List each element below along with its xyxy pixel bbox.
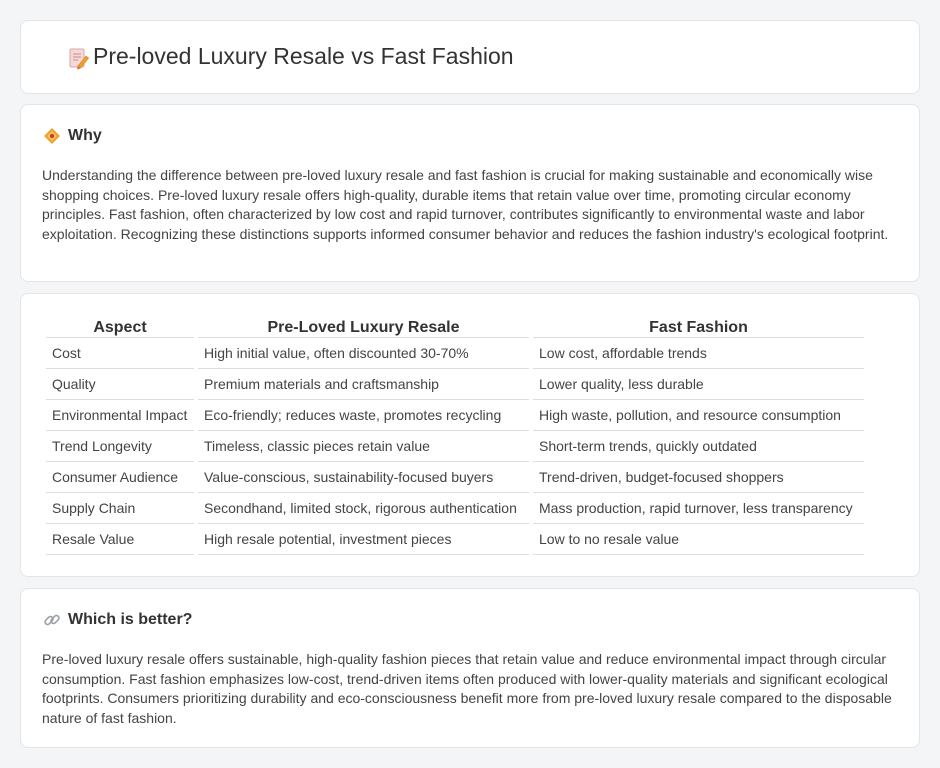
column-header: Aspect: [46, 314, 194, 338]
table-cell: Eco-friendly; reduces waste, promotes re…: [198, 400, 529, 431]
table-cell: Secondhand, limited stock, rigorous auth…: [198, 493, 529, 524]
why-section: Why Understanding the difference between…: [20, 104, 920, 282]
table-row: Supply Chain Secondhand, limited stock, …: [46, 493, 864, 524]
table-cell: Timeless, classic pieces retain value: [198, 431, 529, 462]
column-header: Fast Fashion: [533, 314, 864, 338]
comparison-section: Aspect Pre-Loved Luxury Resale Fast Fash…: [20, 293, 920, 577]
table-row: Cost High initial value, often discounte…: [46, 338, 864, 369]
table-cell: Trend Longevity: [46, 431, 194, 462]
title-card: Pre-loved Luxury Resale vs Fast Fashion: [20, 20, 920, 94]
which-is-better-section: Which is better? Pre-loved luxury resale…: [20, 588, 920, 748]
table-cell: Consumer Audience: [46, 462, 194, 493]
column-header: Pre-Loved Luxury Resale: [198, 314, 529, 338]
page-title: Pre-loved Luxury Resale vs Fast Fashion: [93, 43, 514, 69]
table-cell: Value-conscious, sustainability-focused …: [198, 462, 529, 493]
table-cell: Cost: [46, 338, 194, 369]
why-text: Understanding the difference between pre…: [42, 167, 889, 242]
table-row: Consumer Audience Value-conscious, susta…: [46, 462, 864, 493]
document-pencil-icon: [69, 48, 90, 70]
why-heading: Why: [68, 127, 102, 144]
better-heading: Which is better?: [68, 611, 193, 628]
comparison-table: Aspect Pre-Loved Luxury Resale Fast Fash…: [42, 314, 868, 555]
why-header: Why: [43, 127, 102, 145]
table-cell: Low cost, affordable trends: [533, 338, 864, 369]
table-cell: High resale potential, investment pieces: [198, 524, 529, 555]
better-text: Pre-loved luxury resale offers sustainab…: [42, 651, 892, 726]
table-row: Environmental Impact Eco-friendly; reduc…: [46, 400, 864, 431]
table-row: Quality Premium materials and craftsmans…: [46, 369, 864, 400]
table-row: Trend Longevity Timeless, classic pieces…: [46, 431, 864, 462]
table-cell: Premium materials and craftsmanship: [198, 369, 529, 400]
table-cell: Supply Chain: [46, 493, 194, 524]
better-header: Which is better?: [43, 611, 192, 629]
table-header-row: Aspect Pre-Loved Luxury Resale Fast Fash…: [46, 314, 864, 338]
table-cell: Trend-driven, budget-focused shoppers: [533, 462, 864, 493]
table-cell: Environmental Impact: [46, 400, 194, 431]
table-cell: Mass production, rapid turnover, less tr…: [533, 493, 864, 524]
table-cell: Resale Value: [46, 524, 194, 555]
table-cell: Short-term trends, quickly outdated: [533, 431, 864, 462]
table-cell: Low to no resale value: [533, 524, 864, 555]
link-icon: [44, 614, 60, 626]
table-cell: High waste, pollution, and resource cons…: [533, 400, 864, 431]
table-cell: High initial value, often discounted 30-…: [198, 338, 529, 369]
table-cell: Quality: [46, 369, 194, 400]
diamond-icon: [44, 128, 60, 144]
table-cell: Lower quality, less durable: [533, 369, 864, 400]
table-row: Resale Value High resale potential, inve…: [46, 524, 864, 555]
